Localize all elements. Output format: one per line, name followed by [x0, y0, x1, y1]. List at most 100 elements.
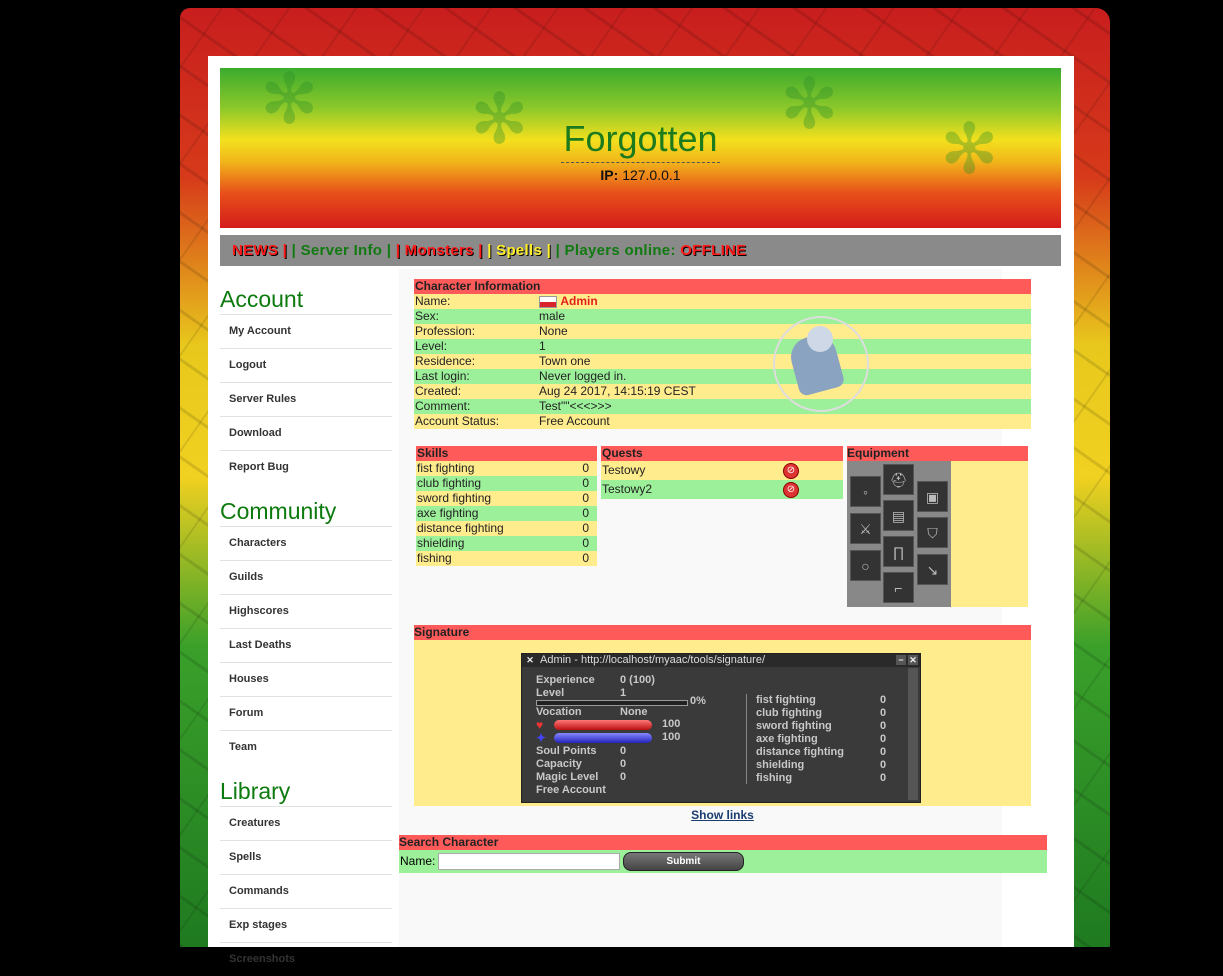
- menu-monsters[interactable]: | Monsters |: [396, 242, 483, 259]
- skill-value: 0: [582, 551, 589, 565]
- table-row: Testowy2 ⊘: [601, 480, 843, 499]
- menu-news[interactable]: NEWS |: [232, 242, 287, 259]
- table-row: sword fighting 0: [416, 491, 597, 506]
- table-row: Comment: Test""<<<>>>: [414, 399, 1031, 414]
- row-value: male: [539, 309, 566, 323]
- table-row: Account Status: Free Account: [414, 414, 1031, 429]
- weapon-slot-icon: ⚔: [850, 513, 881, 544]
- sig-skill-name: fishing: [756, 772, 793, 784]
- row-label: Created:: [415, 384, 462, 398]
- sidebar-item-download[interactable]: Download: [220, 416, 392, 450]
- row-label: Sex:: [415, 309, 440, 323]
- experience-label: Experience: [536, 674, 595, 686]
- sidebar-item-guilds[interactable]: Guilds: [220, 560, 392, 594]
- menu-server-info[interactable]: | Server Info |: [292, 242, 392, 259]
- sidebar-item-team[interactable]: Team: [220, 730, 392, 764]
- skill-value: 0: [582, 476, 589, 490]
- table-row: Residence: Town one: [414, 354, 1031, 369]
- sidebar-item-logout[interactable]: Logout: [220, 348, 392, 382]
- sidebar-item-spells[interactable]: Spells: [220, 840, 392, 874]
- mana-bar: [554, 733, 652, 743]
- table-row: axe fighting 0: [416, 506, 597, 521]
- sidebar-item-highscores[interactable]: Highscores: [220, 594, 392, 628]
- main-content: Character Information Name: Admin Sex: ma…: [399, 269, 1047, 947]
- character-name-cell: Admin: [538, 294, 1031, 309]
- skill-value: 0: [582, 491, 589, 505]
- top-menu: NEWS | | Server Info | | Monsters | | Sp…: [220, 235, 1061, 266]
- magic-level-label: Magic Level: [536, 771, 599, 783]
- arrow-slot-icon: ↘: [917, 554, 948, 585]
- sidebar-item-server-rules[interactable]: Server Rules: [220, 382, 392, 416]
- backpack-slot-icon: ▣: [917, 481, 948, 512]
- table-row: club fighting 0: [416, 476, 597, 491]
- sidebar-item-screenshots[interactable]: Screenshots: [220, 942, 392, 976]
- signature-body: ✕ Admin - http://localhost/myaac/tools/s…: [414, 640, 1031, 822]
- server-ip: IP: 127.0.0.1: [220, 167, 1061, 183]
- row-label: Residence:: [415, 354, 476, 368]
- table-row: Level: 1: [414, 339, 1031, 354]
- account-status: Free Account: [536, 784, 606, 796]
- sidebar-item-characters[interactable]: Characters: [220, 526, 392, 560]
- search-character-section: Search Character Name: Submit: [399, 835, 1047, 873]
- skills-table: Skills fist fighting 0 club fighting 0 swo…: [416, 446, 597, 566]
- skill-name: axe fighting: [417, 506, 479, 520]
- table-row: distance fighting 0: [416, 521, 597, 536]
- character-outfit-avatar: [773, 316, 869, 412]
- sidebar-item-exp-stages[interactable]: Exp stages: [220, 908, 392, 942]
- health-bar: [554, 720, 652, 730]
- capacity-label: Capacity: [536, 758, 582, 770]
- health-value: 100: [662, 718, 681, 730]
- boots-slot-icon: ⌐: [883, 572, 914, 603]
- character-info-header: Character Information: [415, 279, 541, 293]
- skill-name: club fighting: [417, 476, 482, 490]
- soul-label: Soul Points: [536, 745, 597, 757]
- quest-name: Testowy: [602, 463, 646, 477]
- mana-icon: ✦: [536, 731, 547, 745]
- sig-skill-name: shielding: [756, 759, 805, 771]
- row-value: Free Account: [539, 414, 610, 428]
- sidebar: Account My Account Logout Server Rules D…: [220, 269, 392, 976]
- shield-slot-icon: ⛉: [917, 517, 948, 548]
- skill-value: 0: [582, 506, 589, 520]
- table-header: Skills: [416, 446, 597, 461]
- table-header: Quests: [601, 446, 843, 461]
- table-row: Name: Admin: [414, 294, 1031, 309]
- show-links-link[interactable]: Show links: [414, 808, 1031, 822]
- helmet-slot-icon: ⛑: [883, 464, 914, 495]
- sig-skill-name: fist fighting: [756, 694, 816, 706]
- sig-skill-value: 0: [880, 694, 887, 706]
- sidebar-item-commands[interactable]: Commands: [220, 874, 392, 908]
- site-title[interactable]: Forgotten: [561, 118, 720, 163]
- sidebar-item-houses[interactable]: Houses: [220, 662, 392, 696]
- skill-value: 0: [582, 536, 589, 550]
- menu-players-status: OFFLINE: [680, 242, 747, 259]
- search-name-input[interactable]: [438, 853, 620, 870]
- sidebar-item-last-deaths[interactable]: Last Deaths: [220, 628, 392, 662]
- row-label: Last login:: [415, 369, 470, 383]
- sidebar-item-report-bug[interactable]: Report Bug: [220, 450, 392, 484]
- submit-button[interactable]: Submit: [623, 852, 744, 871]
- skill-name: fist fighting: [417, 461, 475, 475]
- sig-skill-value: 0: [880, 707, 887, 719]
- armor-slot-icon: ▤: [883, 500, 914, 531]
- search-header: Search Character: [399, 835, 1047, 850]
- character-name: Admin: [560, 294, 598, 308]
- page-container: ✻ ✻ ✻ ✻ Forgotten IP: 127.0.0.1 NEWS | |…: [208, 56, 1074, 965]
- character-info-table: Character Information Name: Admin Sex: ma…: [414, 279, 1031, 429]
- vocation-label: Vocation: [536, 706, 582, 718]
- sidebar-item-forum[interactable]: Forum: [220, 696, 392, 730]
- menu-players-online-label: | Players online:: [555, 242, 676, 259]
- skill-name: fishing: [417, 551, 452, 565]
- level-value: 1: [620, 687, 627, 699]
- sidebar-item-my-account[interactable]: My Account: [220, 314, 392, 348]
- row-label: Level:: [415, 339, 448, 353]
- sig-skill-name: club fighting: [756, 707, 822, 719]
- table-row: Sex: male: [414, 309, 1031, 324]
- menu-spells[interactable]: | Spells |: [487, 242, 551, 259]
- mana-value: 100: [662, 731, 681, 743]
- sidebar-item-creatures[interactable]: Creatures: [220, 806, 392, 840]
- site-title-block: Forgotten IP: 127.0.0.1: [220, 118, 1061, 183]
- search-row: Name: Submit: [399, 850, 1047, 873]
- signature-header: Signature: [414, 625, 1031, 640]
- close-window-icon: ✕: [908, 655, 918, 665]
